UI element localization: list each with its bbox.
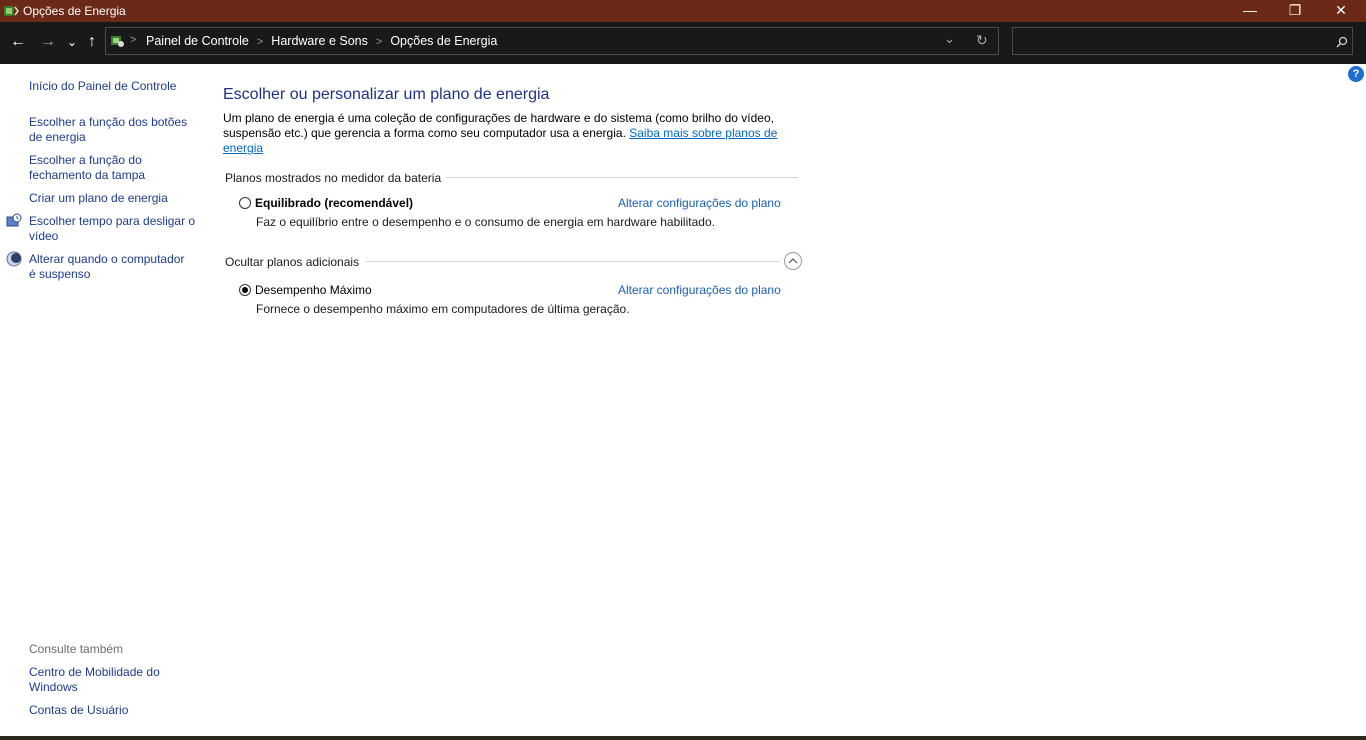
breadcrumb: Painel de Controle > Hardware e Sons > Opçõe…: [146, 34, 497, 48]
plan-max-performance-settings-link[interactable]: Alterar configurações do plano: [618, 283, 781, 297]
see-also-label: Contas de Usuário: [29, 703, 129, 717]
recent-locations-button[interactable]: ⌄: [61, 30, 83, 54]
sidebar-item-label: fechamento da tampa: [29, 168, 146, 182]
desktop-edge: [0, 736, 1366, 740]
sidebar-item-label: vídeo: [29, 229, 59, 243]
window-title: Opções de Energia: [23, 4, 126, 18]
plan-max-performance-name[interactable]: Desempenho Máximo: [255, 283, 372, 297]
breadcrumb-chevron-icon[interactable]: >: [257, 36, 263, 48]
plan-balanced-name[interactable]: Equilibrado (recomendável): [255, 196, 413, 210]
address-bar[interactable]: > Painel de Controle > Hardware e Sons > Opç…: [105, 27, 999, 55]
divider: [366, 261, 779, 262]
address-dropdown-icon[interactable]: ⌄: [944, 31, 955, 47]
sidebar-item-label: Escolher a função dos botões: [29, 115, 188, 129]
control-panel-icon: [111, 36, 124, 47]
plan-balanced-radio[interactable]: [239, 197, 251, 209]
minimize-button[interactable]: —: [1227, 0, 1273, 22]
sidebar-item-create-plan[interactable]: Criar um plano de energia: [29, 191, 168, 206]
sidebar-item-label: Escolher tempo para desligar o: [29, 214, 196, 228]
page-title: Escolher ou personalizar um plano de ene…: [223, 86, 550, 103]
description-text: suspensão etc.) que gerencia a forma com…: [223, 126, 630, 140]
moon-icon: [6, 251, 22, 267]
sidebar-item-lid-close[interactable]: Escolher a função do fechamento da tampa: [29, 153, 145, 183]
description-text: Um plano de energia é uma coleção de con…: [223, 111, 774, 125]
chevron-up-icon: [788, 258, 798, 264]
sidebar-item-power-buttons[interactable]: Escolher a função dos botões de energia: [29, 115, 187, 145]
title-bar: Opções de Energia — ❐ ✕: [0, 0, 1366, 22]
sidebar-item-control-panel-home[interactable]: Início do Painel de Controle: [29, 79, 176, 94]
plan-balanced-settings-link[interactable]: Alterar configurações do plano: [618, 196, 781, 210]
search-icon[interactable]: [1336, 36, 1348, 48]
breadcrumb-item[interactable]: Hardware e Sons: [271, 34, 368, 48]
sidebar-item-label: Escolher a função do: [29, 153, 142, 167]
sidebar-item-label: Criar um plano de energia: [29, 191, 168, 205]
forward-button[interactable]: →: [37, 30, 59, 54]
sidebar-item-label: Alterar quando o computador: [29, 252, 185, 266]
plan-max-performance-radio[interactable]: [239, 284, 251, 296]
back-button[interactable]: ←: [7, 30, 29, 54]
restore-button[interactable]: ❐: [1272, 0, 1318, 22]
see-also-mobility-center[interactable]: Centro de Mobilidade do Windows: [29, 665, 160, 695]
sidebar-item-display-off-time[interactable]: Escolher tempo para desligar o vídeo: [29, 214, 195, 244]
up-button[interactable]: ↑: [81, 30, 103, 54]
page-description: Um plano de energia é uma coleção de con…: [223, 111, 783, 156]
see-also-user-accounts[interactable]: Contas de Usuário: [29, 703, 128, 718]
hide-additional-plans-header[interactable]: Ocultar planos adicionais: [225, 255, 359, 269]
refresh-icon[interactable]: ↻: [976, 32, 988, 49]
see-also-label: Windows: [29, 680, 78, 694]
search-input[interactable]: [1012, 27, 1353, 55]
sidebar-item-sleep-settings[interactable]: Alterar quando o computador é suspenso: [29, 252, 184, 282]
sidebar-item-label: é suspenso: [29, 267, 91, 281]
divider: [446, 177, 798, 178]
breadcrumb-root-chevron-icon[interactable]: >: [130, 34, 136, 46]
sidebar-item-label: de energia: [29, 130, 86, 144]
close-button[interactable]: ✕: [1318, 0, 1364, 22]
clock-monitor-icon: [6, 213, 22, 227]
help-icon[interactable]: ?: [1348, 66, 1364, 82]
breadcrumb-chevron-icon[interactable]: >: [376, 36, 382, 48]
see-also-heading: Consulte também: [29, 642, 124, 656]
see-also-label: Centro de Mobilidade do: [29, 665, 160, 679]
plan-max-performance-description: Fornece o desempenho máximo em computado…: [256, 302, 630, 316]
collapse-button[interactable]: [784, 252, 802, 270]
battery-meter-plans-header: Planos mostrados no medidor da bateria: [225, 171, 442, 185]
breadcrumb-item[interactable]: Painel de Controle: [146, 34, 249, 48]
breadcrumb-item[interactable]: Opções de Energia: [390, 34, 497, 48]
plan-balanced-description: Faz o equilíbrio entre o desempenho e o …: [256, 215, 715, 229]
power-options-icon: [4, 6, 19, 16]
